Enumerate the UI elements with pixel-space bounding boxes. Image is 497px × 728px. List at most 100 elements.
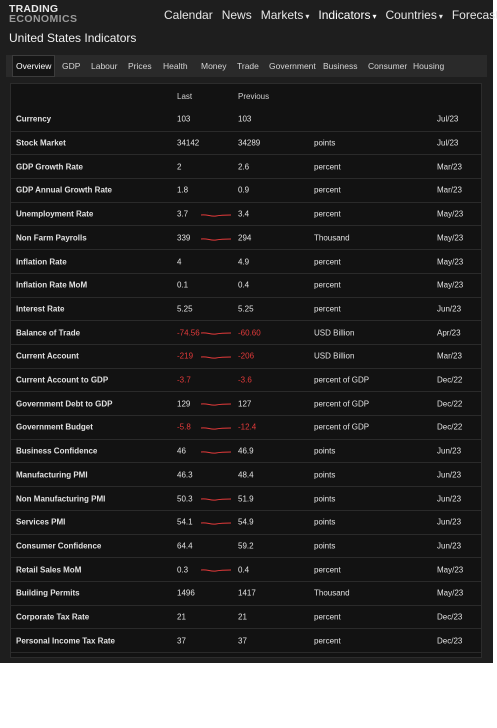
table-row[interactable]: Government Budget -5.8 -12.4 percent of GDP…	[11, 416, 481, 440]
reference-date: Dec/22	[437, 399, 463, 409]
table-row[interactable]: Retail Sales MoM 0.3 0.4 percent May/23	[11, 558, 481, 582]
indicator-name[interactable]: Non Farm Payrolls	[16, 233, 87, 242]
indicator-name[interactable]: Retail Sales MoM	[16, 565, 81, 574]
indicator-name[interactable]: Services PMI	[16, 518, 65, 527]
tab-overview[interactable]: Overview	[12, 55, 56, 77]
indicator-name[interactable]: Personal Income Tax Rate	[16, 636, 115, 645]
tab-gdp[interactable]: GDP	[59, 55, 83, 77]
indicator-name[interactable]: Current Account to GDP	[16, 376, 108, 385]
tab-consumer[interactable]: Consumer	[365, 55, 410, 77]
reference-date: May/23	[437, 257, 464, 267]
previous-value: -206	[238, 351, 255, 361]
table-row[interactable]: Balance of Trade -74.56 -60.60 USD Billion A…	[11, 321, 481, 345]
indicator-name[interactable]: Inflation Rate	[16, 257, 67, 266]
reference-date: Jun/23	[437, 541, 462, 551]
indicator-name[interactable]: Consumer Confidence	[16, 541, 101, 550]
table-row[interactable]: Business Confidence 46 46.9 points Jun/23	[11, 440, 481, 464]
indicator-name[interactable]: Inflation Rate MoM	[16, 281, 87, 290]
table-row[interactable]: GDP Growth Rate 2 2.6 percent Mar/23	[11, 155, 481, 180]
indicator-name[interactable]: Non Manufacturing PMI	[16, 494, 105, 503]
indicator-name[interactable]: Building Permits	[16, 589, 80, 598]
table-row[interactable]: Consumer Confidence 64.4 59.2 points Jun/23	[11, 535, 481, 559]
tab-money[interactable]: Money	[198, 55, 230, 77]
previous-value: 51.9	[238, 494, 254, 504]
unit: points	[314, 138, 336, 148]
indicator-name[interactable]: Stock Market	[16, 139, 66, 148]
previous-value: 34289	[238, 138, 261, 148]
tab-trade[interactable]: Trade	[234, 55, 262, 77]
tab-government[interactable]: Government	[266, 55, 319, 77]
nav-calendar[interactable]: Calendar	[164, 8, 213, 22]
unit: percent	[314, 257, 341, 267]
reference-date: Mar/23	[437, 351, 462, 361]
last-value: 0.3	[177, 565, 189, 575]
table-row[interactable]: Current Account -219 -206 USD Billion Mar/23	[11, 345, 481, 369]
tab-housing[interactable]: Housing	[410, 55, 447, 77]
table-row[interactable]: Current Account to GDP -3.7 -3.6 percent of…	[11, 369, 481, 393]
reference-date: Jun/23	[437, 470, 462, 480]
indicator-name[interactable]: Interest Rate	[16, 304, 64, 313]
sparkline-path	[201, 214, 231, 217]
reference-date: Dec/22	[437, 375, 463, 385]
table-row[interactable]: Corporate Tax Rate 21 21 percent Dec/23	[11, 606, 481, 630]
table-row[interactable]: Non Manufacturing PMI 50.3 51.9 points Jun/2…	[11, 487, 481, 511]
table-row[interactable]: Non Farm Payrolls 339 294 Thousand May/23	[11, 227, 481, 251]
indicator-name[interactable]: GDP Annual Growth Rate	[16, 186, 112, 195]
column-header-previous: Previous	[238, 92, 270, 101]
tab-labour[interactable]: Labour	[88, 55, 120, 77]
nav-indicators[interactable]: Indicators ▾	[318, 8, 376, 22]
unit: USD Billion	[314, 351, 355, 361]
reference-date: Jun/23	[437, 517, 462, 527]
indicator-name[interactable]: GDP Growth Rate	[16, 162, 83, 171]
previous-value: 21	[238, 612, 247, 622]
table-row[interactable]: Inflation Rate 4 4.9 percent May/23	[11, 250, 481, 274]
nav-markets[interactable]: Markets ▾	[261, 8, 310, 22]
previous-value: 0.9	[238, 185, 250, 195]
table-row[interactable]: Building Permits 1496 1417 Thousand May/23	[11, 582, 481, 606]
page-title: United States Indicators	[9, 31, 137, 45]
unit: percent	[314, 185, 341, 195]
unit: points	[314, 541, 336, 551]
reference-date: Mar/23	[437, 162, 462, 172]
nav-forecasts[interactable]: Forecasts▾	[452, 8, 497, 22]
logo[interactable]: TRADING ECONOMICS	[9, 4, 77, 25]
previous-value: -60.60	[238, 328, 261, 338]
tab-health[interactable]: Health	[160, 55, 191, 77]
tab-prices[interactable]: Prices	[125, 55, 155, 77]
table-row[interactable]: Interest Rate 5.25 5.25 percent Jun/23	[11, 298, 481, 322]
last-value: 1.8	[177, 185, 189, 195]
indicator-name[interactable]: Corporate Tax Rate	[16, 613, 89, 622]
table-row[interactable]: Currency 103 103 Jul/23	[11, 108, 481, 132]
table-row[interactable]: Services PMI 54.1 54.9 points Jun/23	[11, 511, 481, 535]
unit: points	[314, 494, 336, 504]
unit: percent	[314, 280, 341, 290]
indicator-name[interactable]: Business Confidence	[16, 447, 97, 456]
last-value: 34142	[177, 138, 200, 148]
unit: USD Billion	[314, 328, 355, 338]
indicator-name[interactable]: Current Account	[16, 352, 79, 361]
table-row[interactable]: Inflation Rate MoM 0.1 0.4 percent May/23	[11, 274, 481, 298]
nav-countries[interactable]: Countries ▾	[385, 8, 442, 22]
table-row[interactable]: Stock Market 34142 34289 points Jul/23	[11, 132, 481, 156]
indicator-name[interactable]: Government Budget	[16, 423, 93, 432]
previous-value: 3.4	[238, 209, 250, 219]
unit: percent of GDP	[314, 399, 370, 409]
table-row[interactable]: Government Debt to GDP 129 127 percent of G…	[11, 392, 481, 417]
previous-value: -12.4	[238, 422, 257, 432]
table-row[interactable]: Personal Income Tax Rate 37 37 percent Dec/2…	[11, 629, 481, 654]
indicator-name[interactable]: Currency	[16, 115, 51, 124]
last-value: 46	[177, 446, 186, 456]
last-value: -5.8	[177, 422, 191, 432]
nav-news[interactable]: News	[222, 8, 252, 22]
table-row[interactable]: Manufacturing PMI 46.3 48.4 points Jun/23	[11, 464, 481, 488]
indicator-name[interactable]: Balance of Trade	[16, 328, 80, 337]
indicator-name[interactable]: Manufacturing PMI	[16, 470, 88, 479]
table-row[interactable]: Unemployment Rate 3.7 3.4 percent May/23	[11, 203, 481, 227]
tab-business[interactable]: Business	[320, 55, 361, 77]
top-bar: TRADING ECONOMICS Calendar News Markets ▾ In…	[0, 0, 497, 31]
reference-date: Jun/23	[437, 304, 462, 314]
indicator-name[interactable]: Unemployment Rate	[16, 210, 93, 219]
last-value: 2	[177, 162, 182, 172]
indicator-name[interactable]: Government Debt to GDP	[16, 399, 112, 408]
table-row[interactable]: GDP Annual Growth Rate 1.8 0.9 percent Mar/2…	[11, 179, 481, 203]
